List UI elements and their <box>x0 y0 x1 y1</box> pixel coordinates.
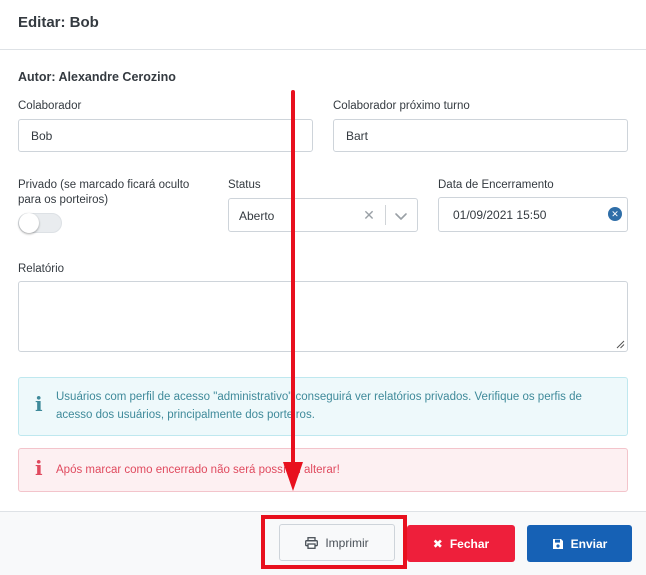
status-value: Aberto <box>239 209 275 223</box>
privado-label: Privado (se marcado ficará oculto para o… <box>18 179 190 206</box>
select-separator <box>385 205 386 225</box>
encerramento-value: 01/09/2021 15:50 <box>453 208 547 222</box>
status-label: Status <box>228 179 261 191</box>
colaborador-input[interactable]: Bob <box>18 119 313 152</box>
colaborador-label: Colaborador <box>18 100 82 112</box>
author-line: Autor: Alexandre Cerozino <box>18 70 176 84</box>
info-alert-text: Usuários com perfil de acesso "administr… <box>56 391 582 421</box>
relatorio-textarea[interactable] <box>18 281 628 352</box>
clear-icon[interactable]: ✕ <box>361 206 377 224</box>
annotation-highlight-box <box>261 515 407 569</box>
encerramento-label: Data de Encerramento <box>438 179 554 191</box>
info-icon: i <box>35 456 43 480</box>
clear-date-icon[interactable]: ✕ <box>608 207 622 221</box>
modal-header: Editar: Bob <box>0 0 646 50</box>
encerramento-input[interactable]: 01/09/2021 15:50 ✕ <box>438 197 628 232</box>
privado-toggle[interactable] <box>18 213 62 233</box>
danger-alert: i Após marcar como encerrado não será po… <box>18 448 628 492</box>
close-label: Fechar <box>449 536 490 551</box>
info-icon: i <box>35 392 43 416</box>
proximo-turno-input[interactable]: Bart <box>333 119 628 152</box>
modal-title: Editar: Bob <box>18 14 99 31</box>
status-select[interactable]: Aberto ✕ <box>228 198 418 232</box>
close-button[interactable]: ✖ Fechar <box>407 525 515 562</box>
save-icon <box>552 538 563 549</box>
relatorio-label: Relatório <box>18 263 65 275</box>
proximo-turno-label: Colaborador próximo turno <box>333 100 470 112</box>
times-icon: ✖ <box>432 536 443 551</box>
send-label: Enviar <box>570 536 608 551</box>
danger-alert-text: Após marcar como encerrado não será poss… <box>56 464 340 476</box>
resize-grip-icon[interactable] <box>616 340 625 349</box>
info-alert: i Usuários com perfil de acesso "adminis… <box>18 377 628 436</box>
toggle-knob <box>19 213 39 233</box>
send-button[interactable]: Enviar <box>527 525 632 562</box>
chevron-down-icon[interactable] <box>392 207 410 225</box>
